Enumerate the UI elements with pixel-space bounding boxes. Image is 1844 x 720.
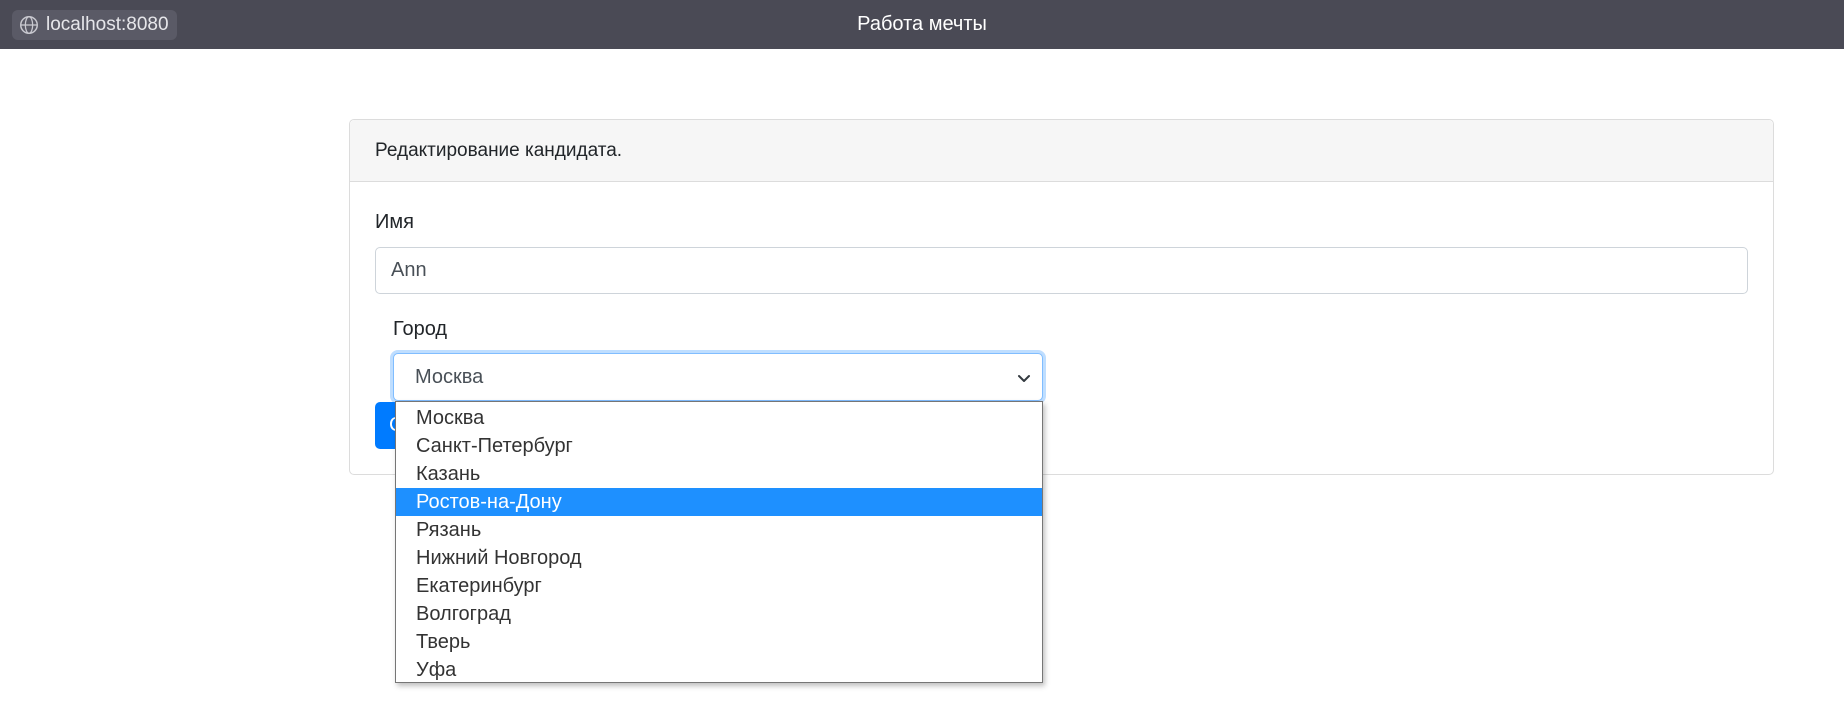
city-option[interactable]: Ростов-на-Дону [396, 488, 1042, 516]
city-select[interactable]: Москва [393, 353, 1043, 401]
city-option[interactable]: Нижний Новгород [396, 544, 1042, 572]
origin-text: localhost:8080 [46, 14, 169, 35]
city-option[interactable]: Волгоград [396, 600, 1042, 628]
city-option[interactable]: Санкт-Петербург [396, 432, 1042, 460]
browser-topbar: localhost:8080 Работа мечты [0, 0, 1844, 49]
origin-chip[interactable]: localhost:8080 [12, 10, 177, 40]
city-option[interactable]: Уфа [396, 656, 1042, 684]
name-label: Имя [375, 211, 414, 233]
city-select-value: Москва [415, 365, 484, 388]
chevron-down-icon [1018, 375, 1030, 382]
city-option[interactable]: Казань [396, 460, 1042, 488]
city-dropdown-list[interactable]: Москва Санкт-Петербург Казань Ростов-на-Дон… [395, 401, 1043, 683]
city-option[interactable]: Рязань [396, 516, 1042, 544]
city-label: Город [393, 318, 448, 340]
city-option[interactable]: Екатеринбург [396, 572, 1042, 600]
card-header: Редактирование кандидата. [350, 120, 1773, 182]
city-option[interactable]: Тверь [396, 628, 1042, 656]
city-option[interactable]: Москва [396, 404, 1042, 432]
app-title: Работа мечты [857, 13, 987, 35]
name-input[interactable] [375, 247, 1748, 294]
globe-icon [20, 16, 38, 34]
